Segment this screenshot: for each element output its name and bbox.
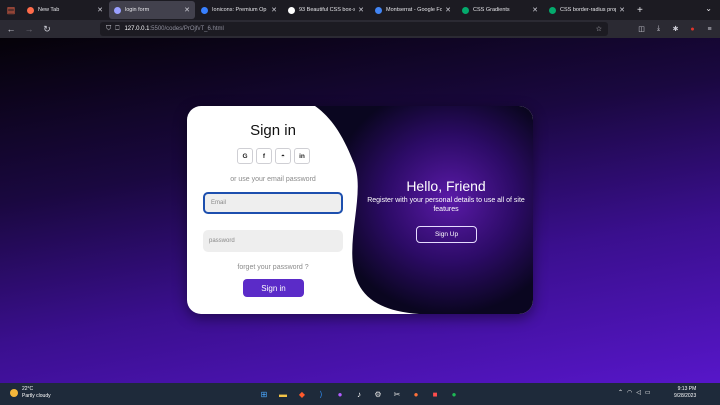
- tab-title: CSS border-radius prope: [560, 7, 617, 13]
- app-red-icon[interactable]: ■: [427, 386, 443, 402]
- forward-button[interactable]: →: [22, 22, 36, 36]
- signin-button[interactable]: Sign in: [243, 279, 304, 297]
- login-card: Sign in Gf ◓ in or use your email password…: [187, 106, 533, 314]
- firefox-view-icon[interactable]: ▤: [0, 0, 22, 20]
- clock-time: 9:13 PM: [677, 386, 697, 392]
- extension-red-icon[interactable]: ●: [686, 22, 699, 36]
- tab-3[interactable]: 93 Beautiful CSS box-sh ✕: [283, 1, 369, 19]
- tab-title: New Tab: [38, 7, 60, 13]
- vscode-icon[interactable]: ⟩: [313, 386, 329, 402]
- tab-favicon-icon: [27, 6, 34, 14]
- tray-chevron-icon[interactable]: ⌃: [618, 389, 623, 396]
- weather-icon: [10, 389, 18, 397]
- list-all-tabs-icon[interactable]: ⌄: [705, 4, 712, 13]
- tab-close-icon[interactable]: ✕: [619, 6, 625, 14]
- tab-5[interactable]: CSS Gradients ✕: [457, 1, 543, 19]
- brave-icon[interactable]: ◆: [294, 386, 310, 402]
- tab-close-icon[interactable]: ✕: [271, 6, 277, 14]
- tab-favicon-icon: [375, 6, 382, 14]
- shield-icon[interactable]: ⛉: [106, 25, 111, 33]
- reload-button[interactable]: ↻: [40, 22, 54, 36]
- linkedin-icon[interactable]: in: [294, 148, 310, 164]
- tab-favicon-icon: [549, 6, 556, 14]
- back-button[interactable]: ←: [4, 22, 18, 36]
- pocket-icon[interactable]: ◫: [635, 22, 648, 36]
- messenger-icon[interactable]: ●: [332, 386, 348, 402]
- file-explorer-icon[interactable]: ▬: [275, 386, 291, 402]
- tab-close-icon[interactable]: ✕: [532, 6, 538, 14]
- wifi-icon[interactable]: ◠: [627, 389, 632, 396]
- volume-icon[interactable]: ◁: [636, 389, 641, 396]
- tab-title: Ionicons: Premium Op: [212, 7, 267, 13]
- tab-favicon-icon: [201, 6, 208, 14]
- weather-widget[interactable]: 22°C Partly cloudy: [10, 386, 51, 400]
- weather-temp: 22°C: [22, 386, 34, 392]
- new-tab-button[interactable]: +: [637, 5, 643, 16]
- alt-login-text: or use your email password: [230, 176, 316, 183]
- menu-icon[interactable]: ≡: [703, 22, 716, 36]
- tab-title: 93 Beautiful CSS box-sh: [299, 7, 356, 13]
- tab-close-icon[interactable]: ✕: [358, 6, 364, 14]
- extensions-icon[interactable]: ✱: [669, 22, 682, 36]
- google-icon[interactable]: G: [237, 148, 253, 164]
- firefox-icon[interactable]: ●: [408, 386, 424, 402]
- tab-title: CSS Gradients: [473, 7, 510, 13]
- tab-4[interactable]: Montserrat - Google Fo ✕: [370, 1, 456, 19]
- tab-0[interactable]: New Tab ✕: [22, 1, 108, 19]
- social-login-row: Gf ◓ in: [237, 148, 310, 164]
- tab-close-icon[interactable]: ✕: [445, 6, 451, 14]
- system-tray: ⌃ ◠ ◁ ▭: [618, 389, 651, 396]
- clock[interactable]: 9:13 PM 9/28/2023: [674, 386, 696, 400]
- battery-icon[interactable]: ▭: [645, 389, 651, 396]
- taskbar: 22°C Partly cloudy ⊞ ▬ ◆ ⟩ ● ♪ ⚙ ✂ ● ■ ●…: [0, 383, 720, 405]
- tab-favicon-icon: [114, 6, 121, 14]
- tiktok-icon[interactable]: ♪: [351, 386, 367, 402]
- signin-title: Sign in: [250, 122, 296, 139]
- taskbar-apps: ⊞ ▬ ◆ ⟩ ● ♪ ⚙ ✂ ● ■ ●: [256, 386, 462, 402]
- tab-favicon-icon: [462, 6, 469, 14]
- clock-date: 9/28/2023: [674, 393, 697, 399]
- tab-strip: New Tab ✕ login form ✕ Ionicons: Premium Op ✕…: [22, 1, 631, 19]
- bookmark-star-icon[interactable]: ☆: [596, 25, 602, 33]
- email-field[interactable]: Email: [203, 192, 343, 214]
- email-placeholder: Email: [211, 200, 227, 206]
- tab-close-icon[interactable]: ✕: [97, 6, 103, 14]
- start-icon[interactable]: ⊞: [256, 386, 272, 402]
- github-icon[interactable]: ◓: [275, 148, 291, 164]
- address-bar[interactable]: ⛉ ⎕ 127.0.0.1 :5500/codes/PrOjfvT_6.html…: [100, 22, 608, 36]
- forgot-password-link[interactable]: forget your password ?: [187, 264, 359, 271]
- tab-2[interactable]: Ionicons: Premium Op ✕: [196, 1, 282, 19]
- password-field[interactable]: password: [203, 230, 343, 252]
- weather-condition: Partly cloudy: [22, 393, 51, 399]
- tab-bar: ▤ New Tab ✕ login form ✕ Ionicons: Premium O…: [0, 0, 720, 20]
- tab-6[interactable]: CSS border-radius prope ✕: [544, 1, 630, 19]
- tab-close-icon[interactable]: ✕: [184, 6, 190, 14]
- spotify-icon[interactable]: ●: [446, 386, 462, 402]
- url-host: 127.0.0.1: [124, 26, 150, 32]
- tab-title: Montserrat - Google Fo: [386, 7, 443, 13]
- toolbar-right: ◫ ⤓ ✱ ● ≡: [635, 22, 716, 36]
- tab-favicon-icon: [288, 6, 295, 14]
- welcome-heading: Hello, Friend: [406, 178, 486, 194]
- welcome-subtitle: Register with your personal details to u…: [367, 197, 525, 213]
- page-info-icon[interactable]: ⎕: [115, 25, 119, 33]
- settings-icon[interactable]: ⚙: [370, 386, 386, 402]
- downloads-icon[interactable]: ⤓: [652, 22, 665, 36]
- page-background: Sign in Gf ◓ in or use your email password…: [0, 38, 720, 383]
- password-placeholder: password: [209, 238, 235, 244]
- tab-1[interactable]: login form ✕: [109, 1, 195, 19]
- tab-title: login form: [125, 7, 150, 13]
- capcut-icon[interactable]: ✂: [389, 386, 405, 402]
- nav-bar: ← → ↻ ⛉ ⎕ 127.0.0.1 :5500/codes/PrOjfvT_…: [0, 20, 720, 38]
- signup-button[interactable]: Sign Up: [416, 226, 477, 243]
- facebook-icon[interactable]: f: [256, 148, 272, 164]
- url-path: :5500/codes/PrOjfvT_6.html: [149, 26, 224, 32]
